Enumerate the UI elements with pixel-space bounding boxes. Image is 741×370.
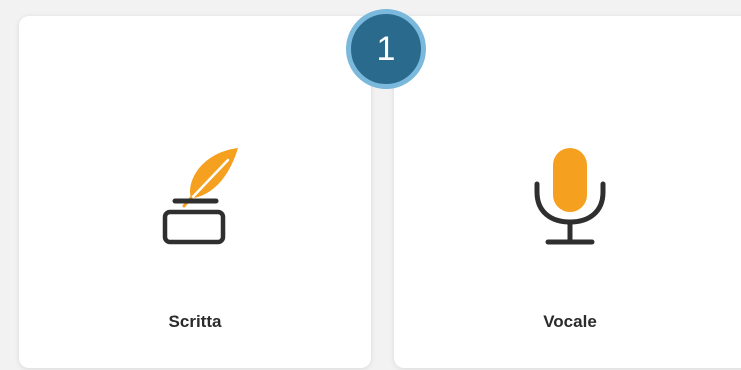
microphone-icon	[515, 140, 625, 250]
option-label-voice: Vocale	[543, 312, 597, 331]
option-card-written[interactable]: Scritta	[19, 16, 371, 368]
option-card-voice[interactable]: Vocale	[394, 16, 741, 368]
option-label-written: Scritta	[168, 312, 222, 331]
quill-inkwell-icon	[140, 140, 250, 250]
step-number-badge: 1	[346, 9, 426, 89]
